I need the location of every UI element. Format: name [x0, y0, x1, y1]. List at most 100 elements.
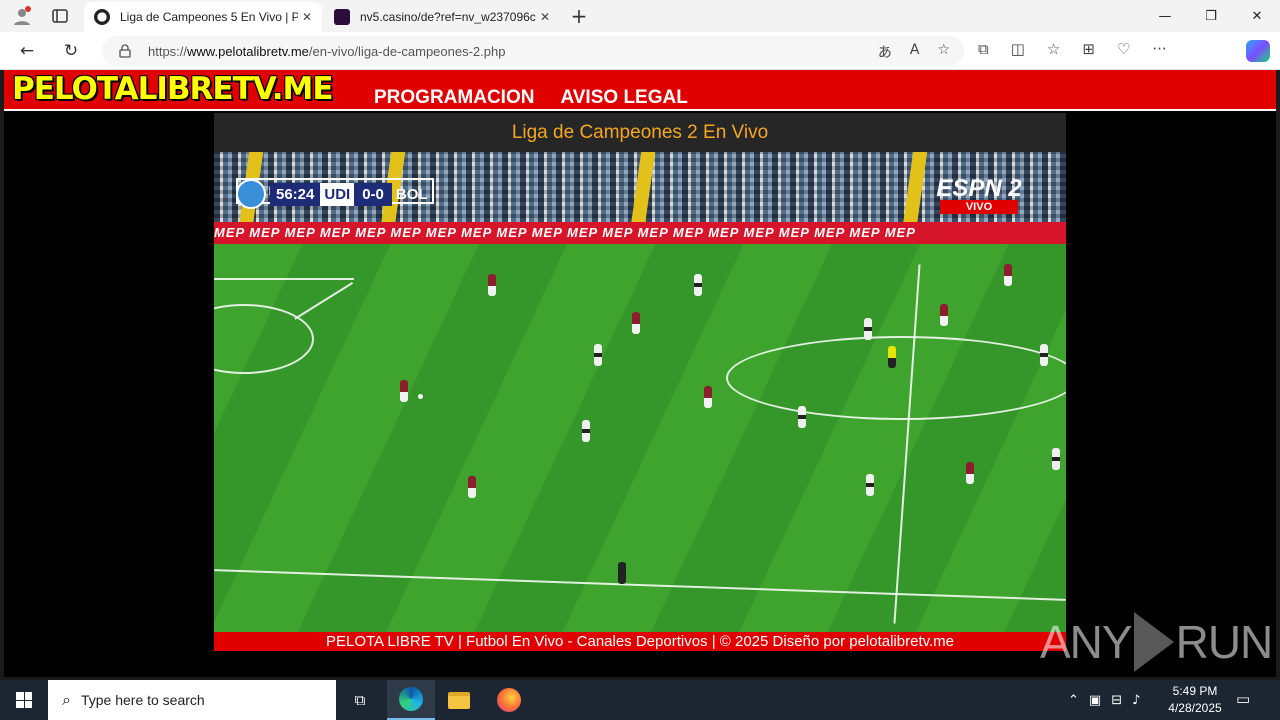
- taskbar-file-explorer[interactable]: [435, 680, 483, 720]
- broadcaster-logo: ESPN 2 VIVO: [936, 177, 1022, 214]
- taskbar-edge[interactable]: [387, 680, 435, 720]
- pitch-line: [294, 282, 354, 320]
- taskbar-firefox[interactable]: [485, 680, 533, 720]
- url-actions: あ A ☆: [878, 42, 950, 62]
- start-button[interactable]: [0, 680, 48, 720]
- favorites-icon[interactable]: ☆: [1047, 40, 1060, 58]
- folder-icon: [448, 691, 470, 709]
- search-icon: ⌕: [62, 690, 71, 709]
- play-icon: [1133, 612, 1174, 672]
- more-menu-icon[interactable]: ···: [1152, 40, 1166, 58]
- casino-favicon-icon: [334, 9, 350, 25]
- task-view-button[interactable]: ⧉: [336, 680, 384, 720]
- taskbar: ⌕ Type here to search ⧉ ⌃ ▣ ⊟ ♪ 5:49 PM …: [0, 680, 1280, 720]
- player-container: Liga de Campeones 2 En Vivo MEP MEP MEP …: [214, 113, 1066, 651]
- home-team: UDI: [320, 182, 355, 206]
- copilot-icon[interactable]: [1246, 40, 1270, 62]
- live-badge: VIVO: [940, 200, 1018, 214]
- soccer-ball-icon: [94, 9, 110, 25]
- minimize-button[interactable]: —: [1142, 0, 1188, 32]
- maximize-button[interactable]: ❐: [1188, 0, 1234, 32]
- system-tray: ⌃ ▣ ⊟ ♪: [1068, 680, 1140, 720]
- player-marker: [1052, 448, 1060, 470]
- clock-date: 4/28/2025: [1168, 701, 1222, 715]
- translate-icon[interactable]: あ: [878, 42, 892, 62]
- reload-button[interactable]: ↻: [58, 39, 84, 63]
- tab-title: Liga de Campeones 5 En Vivo | P: [120, 10, 298, 24]
- lock-icon: [118, 44, 132, 58]
- player-marker: [468, 476, 476, 498]
- watermark-right: RUN: [1175, 616, 1274, 668]
- match-clock: 56:24: [270, 182, 321, 206]
- url-text: https://www.pelotalibretv.me/en-vivo/lig…: [148, 43, 506, 59]
- site-header: PELOTALIBRETV.ME PROGRAMACION AVISO LEGA…: [4, 70, 1276, 111]
- clock-time: 5:49 PM: [1172, 684, 1218, 698]
- site-footer: PELOTA LIBRE TV | Futbol En Vivo - Canal…: [214, 632, 1066, 651]
- browser-tab-bar: Liga de Campeones 5 En Vivo | P ✕ nv5.ca…: [0, 0, 1280, 32]
- player-marker: [864, 318, 872, 340]
- pitch-line: [214, 278, 354, 280]
- edge-icon: [399, 687, 423, 711]
- extensions-icon[interactable]: ⧉: [978, 40, 989, 58]
- new-tab-button[interactable]: +: [567, 4, 591, 28]
- tab-actions-icon[interactable]: [48, 4, 72, 28]
- favorite-star-icon[interactable]: ☆: [937, 42, 950, 62]
- url-field[interactable]: https://www.pelotalibretv.me/en-vivo/lig…: [102, 36, 964, 66]
- pitch: [214, 244, 1066, 632]
- windows-logo-icon: [16, 692, 32, 708]
- chevron-up-icon[interactable]: ⌃: [1068, 693, 1079, 708]
- anyrun-watermark: ANY RUN: [1040, 612, 1274, 672]
- read-aloud-icon[interactable]: A: [910, 42, 920, 62]
- menu-aviso-legal[interactable]: AVISO LEGAL: [560, 86, 687, 110]
- player-marker: [582, 420, 590, 442]
- volume-icon[interactable]: ♪: [1132, 693, 1140, 708]
- player-marker: [400, 380, 408, 402]
- player-marker: [798, 406, 806, 428]
- close-window-button[interactable]: ✕: [1234, 0, 1280, 32]
- player-marker: [632, 312, 640, 334]
- scorebug: 56:24 UDI 0-0 BOL: [236, 179, 432, 209]
- player-marker: [1004, 264, 1012, 286]
- web-page: PELOTALIBRETV.ME PROGRAMACION AVISO LEGA…: [4, 70, 1276, 677]
- tab-title: nv5.casino/de?ref=nv_w237096c: [360, 10, 536, 24]
- player-marker: [694, 274, 702, 296]
- address-bar-row: ← ↻ https://www.pelotalibretv.me/en-vivo…: [0, 32, 1280, 70]
- notification-icon[interactable]: ▭: [1236, 690, 1250, 708]
- player-marker: [940, 304, 948, 326]
- center-circle: [726, 336, 1066, 420]
- player-marker: [488, 274, 496, 296]
- player-marker: [966, 462, 974, 484]
- player-marker: [1040, 344, 1048, 366]
- referee-marker: [888, 346, 896, 368]
- site-logo[interactable]: PELOTALIBRETV.ME: [12, 71, 334, 107]
- player-marker: [594, 344, 602, 366]
- meet-now-icon[interactable]: ▣: [1089, 693, 1101, 708]
- ball: [418, 394, 423, 399]
- tab-liga-de-campeones[interactable]: Liga de Campeones 5 En Vivo | P ✕: [84, 2, 322, 32]
- browser-essentials-icon[interactable]: ♡: [1117, 40, 1130, 58]
- close-tab-icon[interactable]: ✕: [302, 10, 312, 24]
- tab-casino[interactable]: nv5.casino/de?ref=nv_w237096c ✕: [324, 2, 560, 32]
- away-team: BOL: [395, 185, 428, 203]
- network-icon[interactable]: ⊟: [1111, 693, 1122, 708]
- halfway-line: [893, 264, 921, 624]
- profile-icon[interactable]: [10, 4, 34, 28]
- watermark-left: ANY: [1040, 616, 1133, 668]
- split-screen-icon[interactable]: ◫: [1011, 40, 1025, 58]
- menu-programacion[interactable]: PROGRAMACION: [374, 86, 534, 110]
- clock[interactable]: 5:49 PM 4/28/2025: [1160, 683, 1230, 717]
- video-player[interactable]: MEP MEP MEP MEP MEP MEP MEP MEP MEP MEP …: [214, 152, 1066, 632]
- task-view-icon: ⧉: [354, 691, 366, 709]
- back-button[interactable]: ←: [14, 39, 40, 63]
- collections-icon[interactable]: ⊞: [1082, 40, 1095, 58]
- player-title: Liga de Campeones 2 En Vivo: [214, 113, 1066, 152]
- league-badge-icon: [236, 179, 266, 209]
- ad-board: MEP MEP MEP MEP MEP MEP MEP MEP MEP MEP …: [214, 222, 1066, 244]
- search-placeholder: Type here to search: [80, 692, 205, 708]
- firefox-icon: [497, 688, 521, 712]
- touch-line: [214, 569, 1066, 601]
- taskbar-search[interactable]: ⌕ Type here to search: [48, 680, 336, 720]
- player-marker: [866, 474, 874, 496]
- player-marker: [704, 386, 712, 408]
- close-tab-icon[interactable]: ✕: [540, 10, 550, 24]
